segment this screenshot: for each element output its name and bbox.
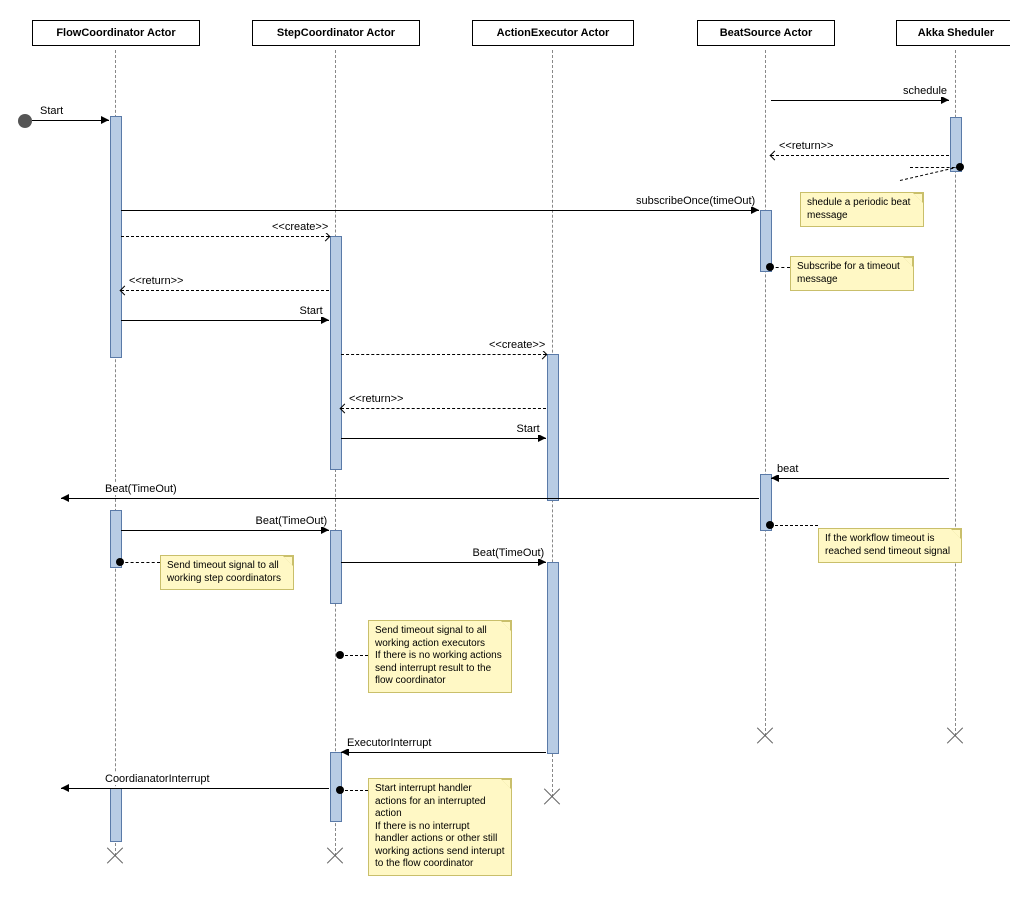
message-11 <box>61 498 759 499</box>
lifeline-head-action: ActionExecutor Actor <box>472 20 634 46</box>
note-1: Subscribe for a timeout message <box>790 256 914 291</box>
message-9-arrowhead <box>538 434 546 442</box>
note-2-connector <box>770 525 818 526</box>
message-8 <box>341 408 546 409</box>
message-10-label: beat <box>775 463 800 475</box>
message-0-label: Start <box>38 105 65 117</box>
lifeline-beat <box>765 50 766 736</box>
message-5 <box>121 290 329 291</box>
message-9 <box>341 438 546 439</box>
message-7-arrowhead <box>538 350 548 360</box>
message-13-label: Beat(TimeOut) <box>471 547 547 559</box>
message-15-label: CoordianatorInterrupt <box>103 773 212 785</box>
activation-action-4 <box>547 354 559 501</box>
note-1-connector <box>770 267 790 268</box>
message-7 <box>341 354 546 355</box>
destroy-step <box>326 847 344 865</box>
lifeline-head-akka: Akka Sheduler <box>896 20 1010 46</box>
message-4 <box>121 236 329 237</box>
message-4-arrowhead <box>321 232 331 242</box>
message-10-arrowhead <box>771 474 779 482</box>
note-3: Send timeout signal to all working step … <box>160 555 294 590</box>
message-1-arrowhead <box>941 96 949 104</box>
note-4: Send timeout signal to all working actio… <box>368 620 512 693</box>
message-14 <box>341 752 546 753</box>
activation-flow-10 <box>110 788 122 842</box>
note-5: Start interrupt handler actions for an i… <box>368 778 512 876</box>
message-11-label: Beat(TimeOut) <box>103 483 179 495</box>
message-5-label: <<return>> <box>127 275 185 287</box>
destroy-flow <box>106 847 124 865</box>
message-12-arrowhead <box>321 526 329 534</box>
note-4-connector <box>340 655 368 656</box>
message-6 <box>121 320 329 321</box>
message-6-label: Start <box>298 305 325 317</box>
message-14-arrowhead <box>341 748 349 756</box>
message-10 <box>771 478 949 479</box>
lifeline-head-step: StepCoordinator Actor <box>252 20 420 46</box>
message-3-arrowhead <box>751 206 759 214</box>
activation-flow-0 <box>110 116 122 358</box>
destroy-beat <box>756 727 774 745</box>
message-12 <box>121 530 329 531</box>
lifeline-head-flow: FlowCoordinator Actor <box>32 20 200 46</box>
message-1-label: schedule <box>901 85 949 97</box>
activation-action-8 <box>547 562 559 754</box>
message-12-label: Beat(TimeOut) <box>254 515 330 527</box>
message-13-arrowhead <box>538 558 546 566</box>
activation-step-7 <box>330 530 342 604</box>
message-11-arrowhead <box>61 494 69 502</box>
message-15 <box>61 788 329 789</box>
message-4-label: <<create>> <box>270 221 330 233</box>
message-0-arrowhead <box>101 116 109 124</box>
destroy-action <box>543 788 561 806</box>
message-7-label: <<create>> <box>487 339 547 351</box>
lifeline-head-beat: BeatSource Actor <box>697 20 835 46</box>
message-8-label: <<return>> <box>347 393 405 405</box>
message-2-arrowhead <box>770 151 780 161</box>
activation-step-3 <box>330 236 342 470</box>
message-13 <box>341 562 546 563</box>
message-1 <box>771 100 949 101</box>
sequence-diagram: FlowCoordinator Actor StepCoordinator Act… <box>0 0 1010 905</box>
message-3-label: subscribeOnce(timeOut) <box>634 195 757 207</box>
destroy-akka <box>946 727 964 745</box>
message-0 <box>32 120 109 121</box>
note-2: If the workflow timeout is reached send … <box>818 528 962 563</box>
note-5-connector <box>340 790 368 791</box>
message-6-arrowhead <box>321 316 329 324</box>
note-0: shedule a periodic beat message <box>800 192 924 227</box>
message-15-arrowhead <box>61 784 69 792</box>
note-3-connector <box>120 562 160 563</box>
message-14-label: ExecutorInterrupt <box>345 737 433 749</box>
message-9-label: Start <box>515 423 542 435</box>
start-node <box>18 114 32 128</box>
message-3 <box>121 210 759 211</box>
message-2 <box>771 155 949 156</box>
message-2-label: <<return>> <box>777 140 835 152</box>
